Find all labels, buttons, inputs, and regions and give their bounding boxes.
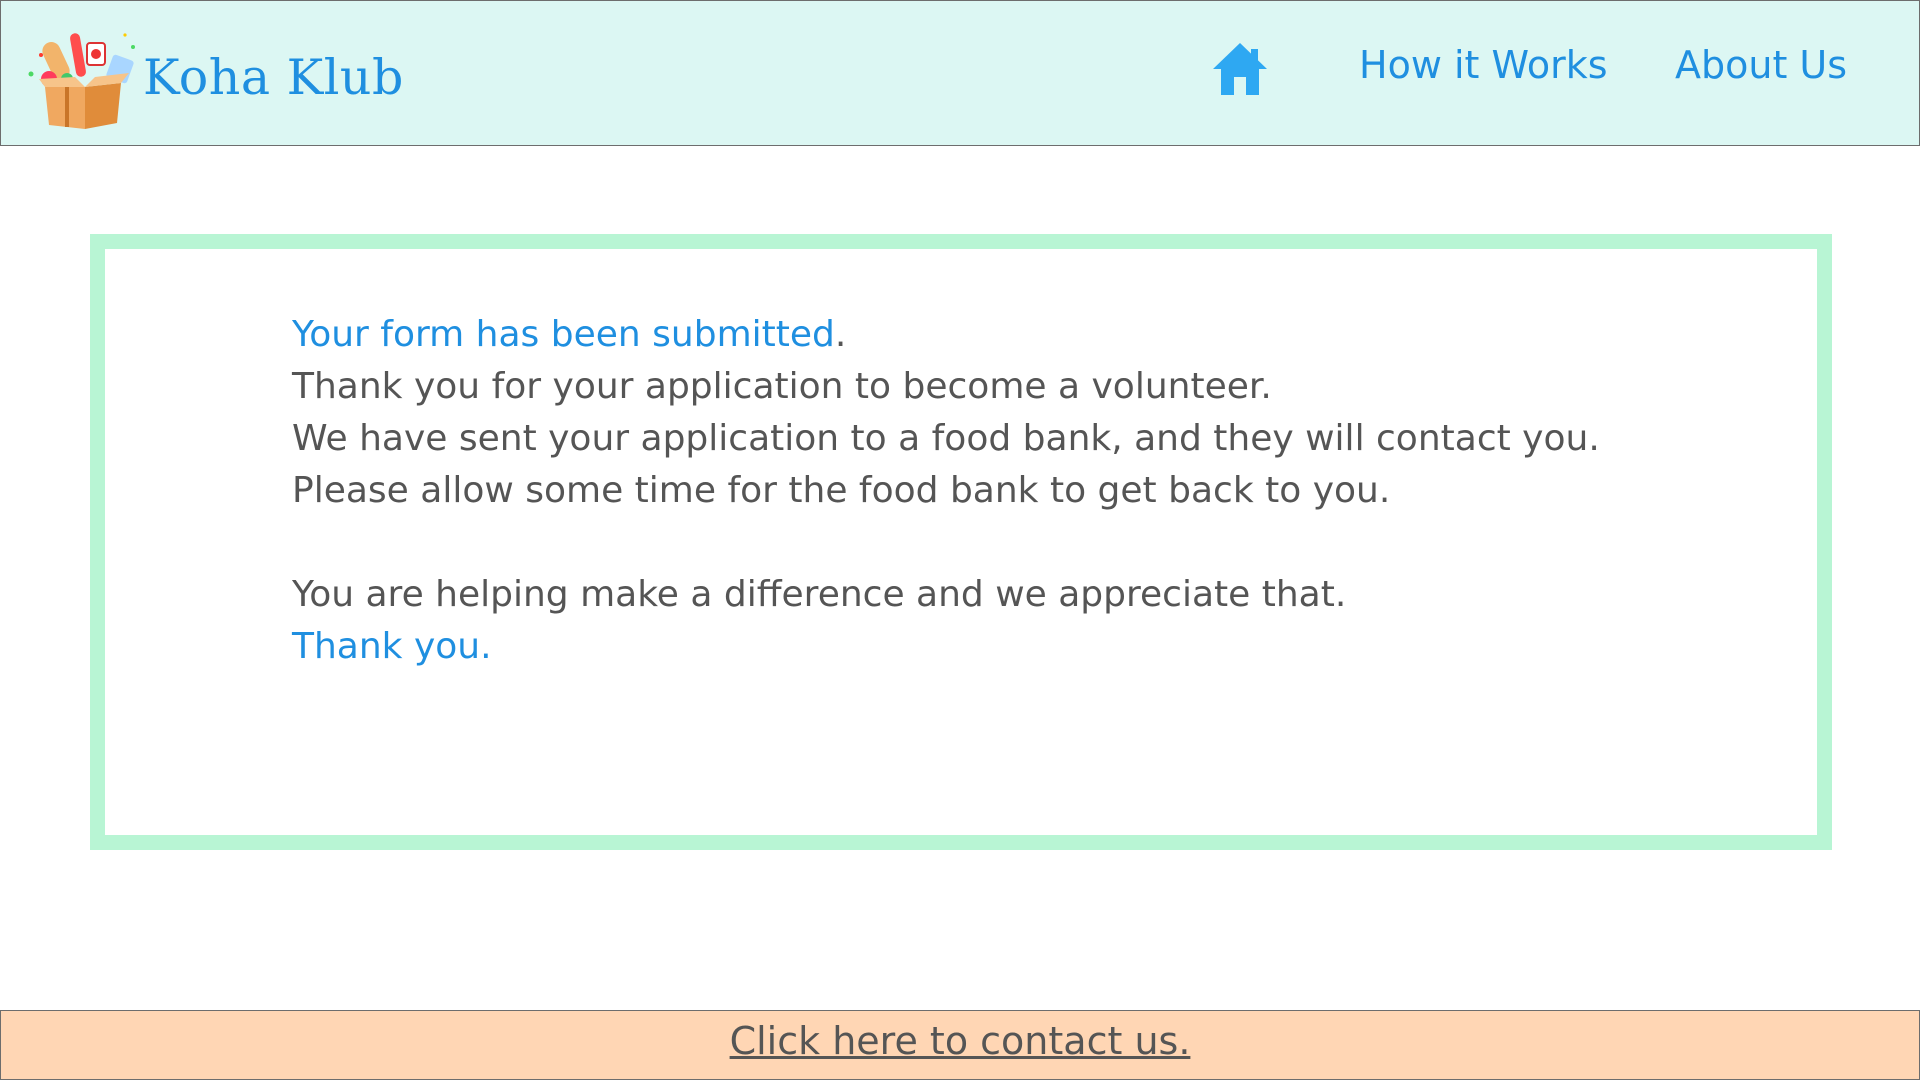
sent-to-foodbank-text: We have sent your application to a food …	[292, 418, 1600, 459]
logo[interactable]	[25, 27, 145, 133]
site-footer: Click here to contact us.	[0, 1010, 1920, 1080]
thanks-application-text: Thank you for your application to become…	[292, 366, 1272, 407]
site-header: Koha Klub How it Works About Us	[0, 0, 1920, 146]
allow-time-text: Please allow some time for the food bank…	[292, 470, 1391, 511]
submitted-line: Your form has been submitted.	[292, 309, 1600, 361]
site-brand[interactable]: Koha Klub	[143, 49, 404, 106]
appreciation-text: You are helping make a difference and we…	[292, 574, 1347, 615]
contact-us-link[interactable]: Click here to contact us.	[1, 1019, 1919, 1063]
confirmation-panel: Your form has been submitted. Thank you …	[90, 234, 1832, 850]
home-link[interactable]	[1211, 41, 1269, 97]
nav-how-it-works[interactable]: How it Works	[1359, 43, 1608, 87]
closing-thank-you: Thank you.	[292, 626, 492, 667]
home-icon	[1213, 43, 1267, 95]
submitted-headline: Your form has been submitted	[292, 314, 835, 355]
grocery-box-icon	[28, 33, 135, 129]
submitted-period: .	[834, 314, 847, 355]
confirmation-message: Your form has been submitted. Thank you …	[292, 309, 1600, 673]
nav-about-us[interactable]: About Us	[1675, 43, 1847, 87]
